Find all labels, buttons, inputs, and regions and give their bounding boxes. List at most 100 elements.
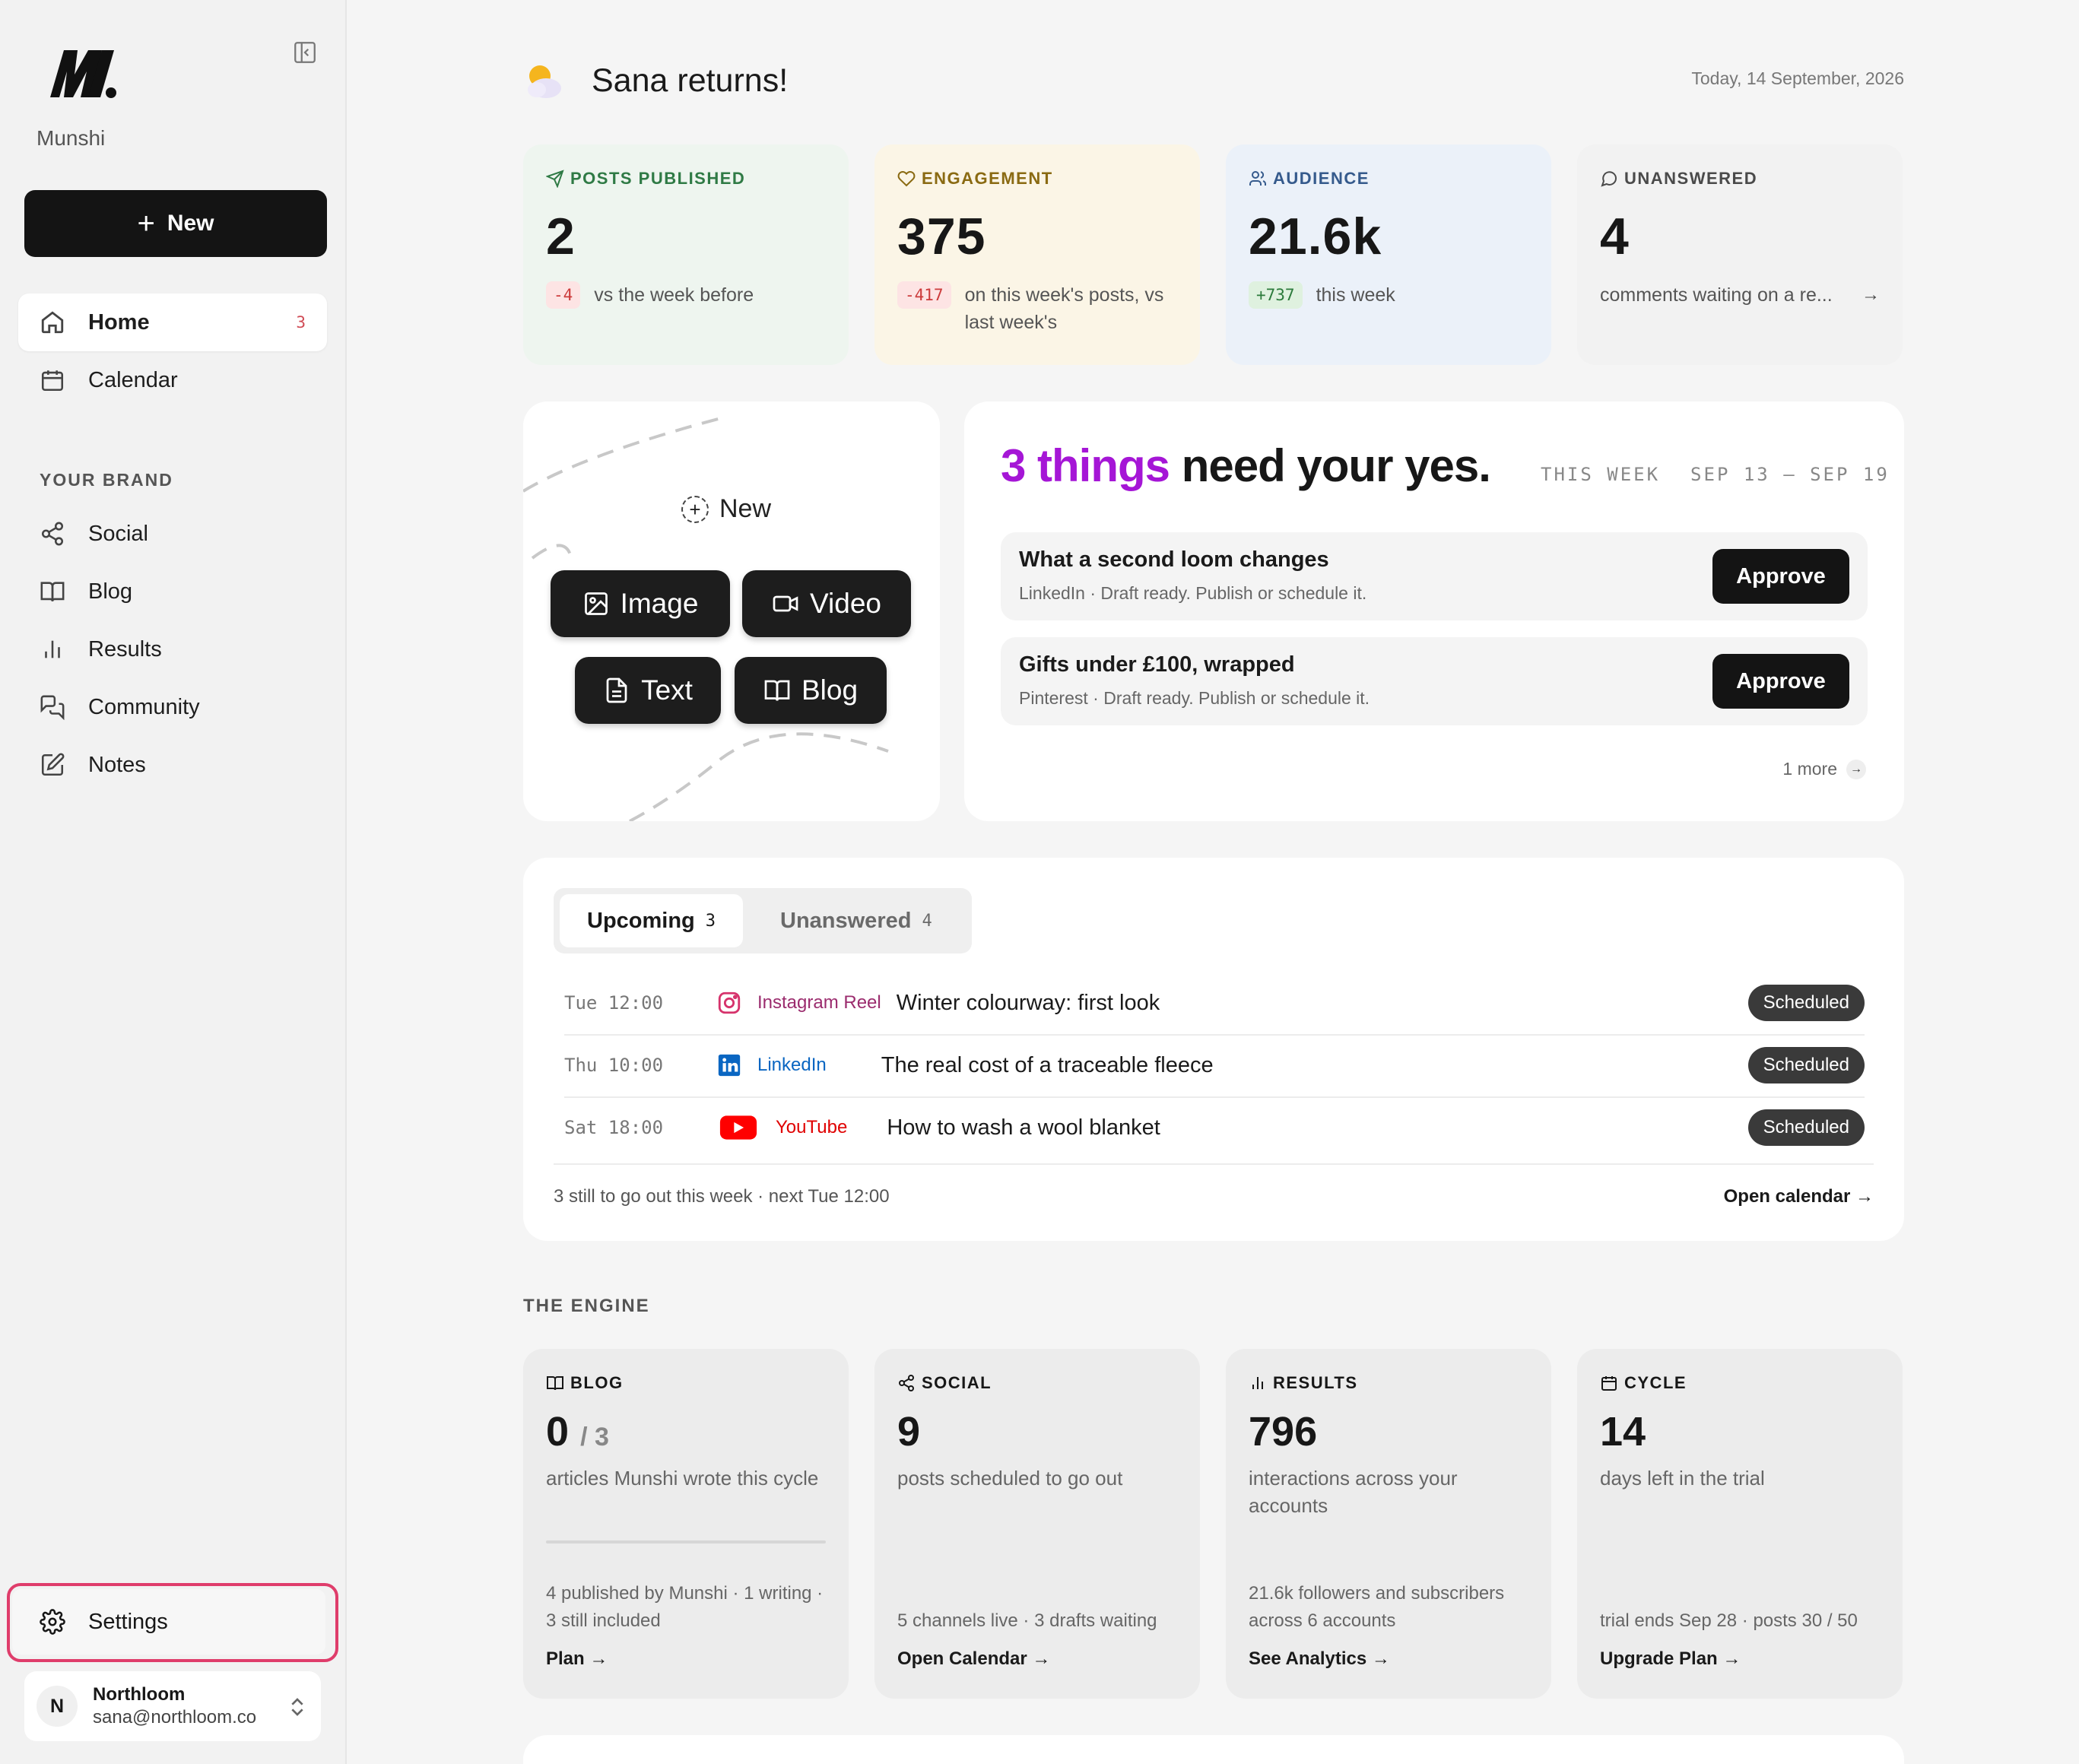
create-text-button[interactable]: Text: [575, 657, 721, 724]
see-analytics-link[interactable]: See Analytics →: [1249, 1648, 1390, 1670]
open-calendar-link[interactable]: Open Calendar →: [897, 1648, 1050, 1670]
sidebar-item-community[interactable]: Community: [18, 678, 327, 736]
status-badge: Scheduled: [1747, 985, 1865, 1021]
card-value: 14: [1600, 1409, 1646, 1455]
upcoming-summary: 3 still to go out this week · next Tue 1…: [554, 1186, 890, 1207]
next-section-card: [523, 1735, 1904, 1764]
section-label: YOUR BRAND: [40, 470, 173, 490]
arrow-right-icon[interactable]: →: [1862, 282, 1880, 309]
tab-label: Unanswered: [780, 908, 912, 933]
tab-count: 4: [922, 911, 932, 931]
stat-audience: AUDIENCE 21.6k +737 this week: [1226, 144, 1551, 365]
post-title: How to wash a wool blanket: [887, 1115, 1160, 1140]
approval-item[interactable]: Gifts under £100, wrapped Pinterest · Dr…: [1001, 637, 1868, 725]
progress-bar: [546, 1540, 826, 1544]
share-icon: [899, 1375, 914, 1391]
channel-name: Instagram Reel: [757, 992, 881, 1013]
post-title: The real cost of a traceable fleece: [881, 1052, 1214, 1077]
card-value: 796: [1249, 1409, 1318, 1455]
plan-link[interactable]: Plan →: [546, 1648, 608, 1670]
card-label: BLOG: [570, 1373, 624, 1392]
file-text-icon: [606, 677, 627, 703]
channel-name: YouTube: [776, 1117, 848, 1137]
stat-label: POSTS PUBLISHED: [570, 169, 746, 188]
page-title: Sana returns!: [592, 62, 789, 99]
approve-button[interactable]: Approve: [1712, 549, 1849, 604]
today-date: Today, 14 September, 2026: [1691, 68, 1904, 88]
tab-unanswered[interactable]: Unanswered 4: [753, 894, 960, 947]
sidebar-item-blog[interactable]: Blog: [18, 563, 327, 620]
stat-note: comments waiting on a re...: [1600, 284, 1833, 306]
section-label: THE ENGINE: [523, 1296, 650, 1316]
new-button-label: New: [167, 211, 214, 236]
stat-unanswered[interactable]: UNANSWERED 4 comments waiting on a re...…: [1577, 144, 1903, 365]
calendar-icon: [1601, 1376, 1617, 1391]
sidebar-item-settings[interactable]: Settings: [12, 1589, 325, 1655]
munshi-logo[interactable]: [47, 44, 119, 101]
status-badge: Scheduled: [1747, 1109, 1865, 1146]
stat-note: on this week's posts, vs last week's: [964, 284, 1164, 334]
linkedin-icon: [718, 1054, 741, 1077]
more-approvals-link[interactable]: 1 more →: [1782, 759, 1866, 779]
account-email: sana@northloom.co: [93, 1707, 257, 1728]
create-blog-button[interactable]: Blog: [735, 657, 887, 724]
stat-label: UNANSWERED: [1624, 169, 1758, 188]
book-open-icon: [547, 1376, 563, 1391]
arrow-right-icon: →: [1846, 759, 1866, 779]
channel: Instagram Reel: [716, 990, 881, 1016]
create-card: + New Image Video Text Blog: [523, 401, 940, 821]
approval-item[interactable]: What a second loom changes LinkedIn · Dr…: [1001, 532, 1868, 620]
delta-badge: -4: [546, 281, 581, 309]
open-calendar-link[interactable]: Open calendar →: [1724, 1186, 1874, 1207]
stat-value: 375: [897, 208, 986, 265]
account-switcher[interactable]: N Northloom sana@northloom.co: [24, 1671, 321, 1741]
upcoming-card: Upcoming 3 Unanswered 4 Tue 12:00 Instag…: [523, 858, 1904, 1241]
book-open-icon: [40, 582, 65, 601]
button-label: Blog: [801, 674, 859, 706]
avatar: N: [37, 1686, 78, 1727]
approvals-card: 3 things need your yes. THIS WEEK SEP 13…: [964, 401, 1904, 821]
table-row[interactable]: Sat 18:00 YouTube How to wash a wool bla…: [564, 1096, 1865, 1159]
sidebar-item-calendar[interactable]: Calendar: [18, 351, 327, 409]
sidebar-item-home[interactable]: Home 3: [18, 293, 327, 351]
channel-name: LinkedIn: [757, 1055, 827, 1075]
create-image-button[interactable]: Image: [551, 570, 730, 637]
stat-value: 4: [1600, 208, 1630, 265]
plus-icon: +: [137, 207, 155, 240]
status-badge: Scheduled: [1747, 1047, 1865, 1083]
create-video-button[interactable]: Video: [742, 570, 911, 637]
table-row[interactable]: Tue 12:00 Instagram Reel Winter colourwa…: [564, 972, 1865, 1034]
approve-button[interactable]: Approve: [1712, 654, 1849, 709]
upgrade-plan-link[interactable]: Upgrade Plan →: [1600, 1648, 1741, 1670]
card-footnote: trial ends Sep 28 · posts 30 / 50: [1600, 1610, 1858, 1631]
stat-label: AUDIENCE: [1273, 169, 1370, 188]
scheduled-time: Thu 10:00: [564, 1055, 664, 1076]
card-total: / 3: [580, 1423, 609, 1451]
instagram-icon: [718, 991, 741, 1014]
week-label: THIS WEEK: [1541, 464, 1661, 485]
edit-icon: [41, 753, 65, 776]
stat-value: 2: [546, 208, 576, 265]
gear-icon: [40, 1609, 65, 1635]
new-button[interactable]: + New: [24, 190, 327, 257]
tab-upcoming[interactable]: Upcoming 3: [560, 894, 744, 947]
card-value: 9: [897, 1409, 921, 1455]
sidebar-item-social[interactable]: Social: [18, 505, 327, 563]
delta-badge: +737: [1249, 281, 1303, 309]
sidebar-item-notes[interactable]: Notes: [18, 736, 327, 794]
create-new-text: New: [719, 494, 772, 523]
tab-bar: Upcoming 3 Unanswered 4: [554, 888, 972, 953]
table-row[interactable]: Thu 10:00 LinkedIn The real cost of a tr…: [564, 1034, 1865, 1096]
stat-label: ENGAGEMENT: [922, 169, 1053, 188]
message-circle-icon: [1601, 171, 1617, 187]
button-label: Image: [620, 588, 699, 619]
sidebar-item-label: Results: [88, 636, 162, 662]
card-footnote: 4 published by Munshi · 1 writing · 3 st…: [546, 1583, 824, 1631]
card-label: RESULTS: [1273, 1373, 1358, 1392]
video-icon: [773, 595, 798, 612]
collapse-sidebar-icon[interactable]: [292, 40, 318, 65]
engine-card-cycle: CYCLE 14 days left in the trial trial en…: [1577, 1349, 1903, 1699]
card-footnote: 5 channels live · 3 drafts waiting: [897, 1610, 1157, 1631]
sidebar-item-results[interactable]: Results: [18, 620, 327, 678]
create-new-label[interactable]: + New: [681, 494, 771, 524]
